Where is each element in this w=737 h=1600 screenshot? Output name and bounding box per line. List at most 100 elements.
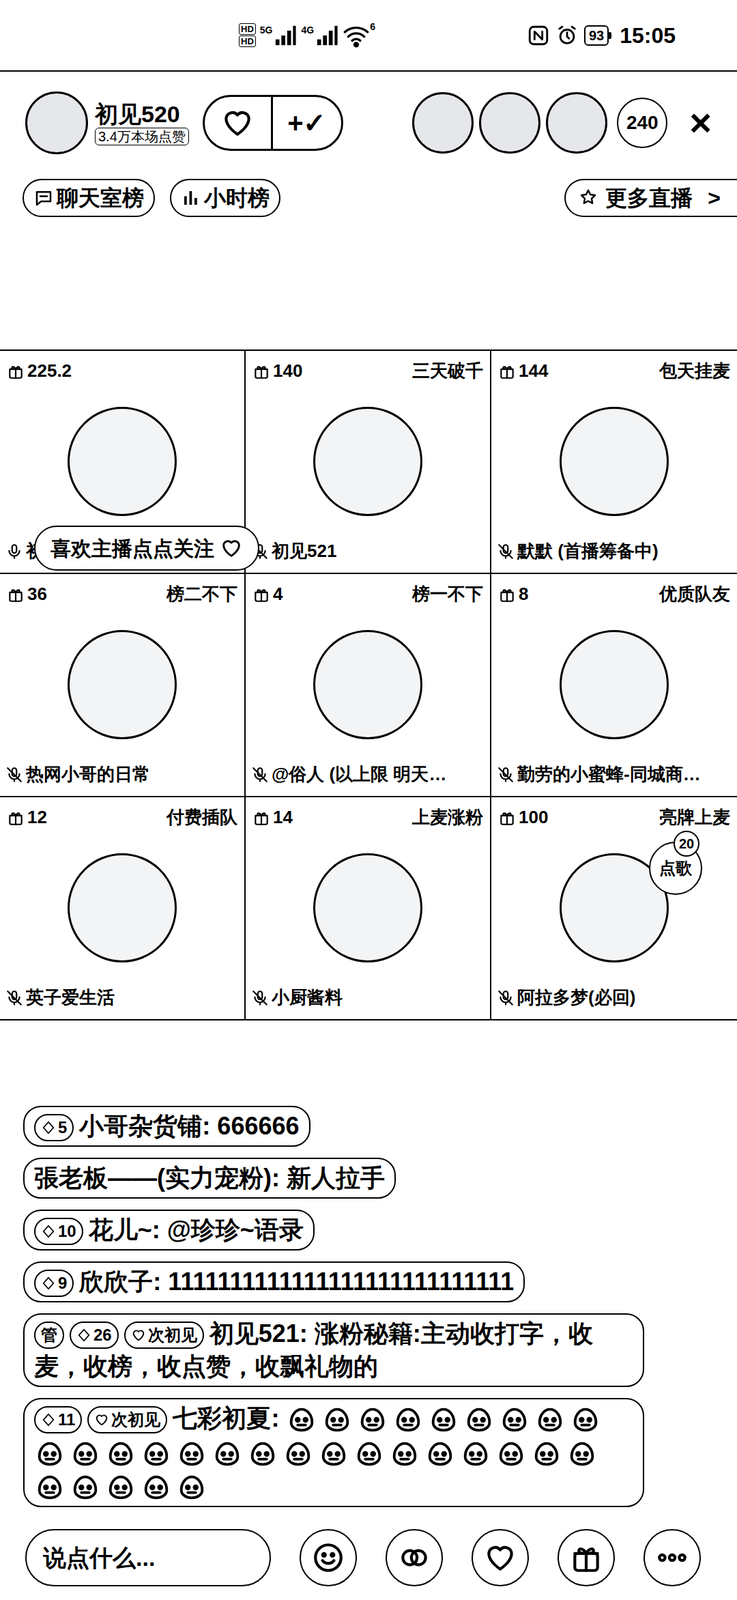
- chat-message: 9欣欣子:1111111111111111111111111111: [23, 1261, 525, 1303]
- chat-message: 管26次初见初见521:涨粉秘籍:主动收打字，收麦，收榜，收点赞，收飘礼物的: [23, 1312, 645, 1387]
- mic-seat[interactable]: 140三天破千初见521: [245, 350, 492, 574]
- heart-icon: [219, 536, 243, 560]
- seat-avatar[interactable]: [67, 629, 177, 740]
- badge-text: 11: [58, 1411, 76, 1428]
- seat-name: 阿拉多梦(必回): [517, 984, 636, 1011]
- badge-text: 次初见: [148, 1326, 198, 1343]
- seat-avatar[interactable]: [313, 629, 423, 740]
- seat-tag: 上麦涨粉: [412, 803, 484, 831]
- chat-text: @珍珍~语录: [167, 1215, 304, 1244]
- heart-icon[interactable]: [471, 1528, 529, 1586]
- rank-tab[interactable]: 小时榜: [169, 178, 281, 218]
- chat-user[interactable]: 七彩初夏:: [172, 1403, 280, 1432]
- comment-input[interactable]: [25, 1528, 271, 1586]
- host-likes: 3.4万本场点赞: [94, 127, 190, 146]
- chat-user[interactable]: 張老板——(实力宠粉):: [34, 1163, 280, 1192]
- gift-icon: [6, 362, 25, 381]
- sticker-icon: [427, 1403, 460, 1436]
- nfc-icon: [526, 23, 551, 48]
- chat-user[interactable]: 花儿~:: [88, 1215, 161, 1244]
- sticker-icon: [569, 1403, 602, 1436]
- sticker-icon: [211, 1437, 243, 1470]
- fan-badge: 次初见: [124, 1321, 205, 1349]
- gift-icon: [498, 808, 516, 827]
- seat-tag: 亮牌上麦: [659, 803, 731, 831]
- seat-gift-count: 140: [272, 357, 303, 385]
- chat-user[interactable]: 初见521:: [209, 1319, 308, 1348]
- seat-avatar[interactable]: [313, 853, 423, 963]
- badge-text: 9: [58, 1274, 67, 1292]
- seat-gift-count: 36: [27, 580, 48, 608]
- seat-avatar[interactable]: [559, 629, 669, 740]
- viewer-avatar[interactable]: [412, 92, 474, 154]
- mic-seat[interactable]: 12付费插队英子爱生活: [0, 797, 246, 1021]
- tooltip-text: 喜欢主播点点关注: [50, 532, 215, 564]
- viewer-avatar[interactable]: [545, 92, 608, 154]
- seat-gift-count: 144: [518, 357, 548, 385]
- chat-user[interactable]: 小哥杂货铺:: [79, 1111, 211, 1140]
- more-live-button[interactable]: 更多直播>: [564, 178, 737, 218]
- chat-message: 張老板——(实力宠粉):新人拉手: [23, 1157, 396, 1199]
- seat-gift-count: 8: [518, 580, 529, 608]
- sticker-icon: [321, 1403, 353, 1436]
- sticker-icon: [282, 1437, 314, 1470]
- sticker-icon: [495, 1437, 527, 1470]
- mic-off-icon: [496, 765, 515, 784]
- mic-seat[interactable]: 14上麦涨粉小厨酱料: [245, 797, 492, 1021]
- sticker-icon: [530, 1437, 563, 1470]
- seat-avatar[interactable]: 点歌20: [559, 853, 669, 963]
- diamond-icon: [40, 1119, 56, 1135]
- follow-group: +✓: [202, 94, 344, 151]
- seat-avatar[interactable]: [313, 406, 423, 516]
- song-request-label: 点歌: [659, 855, 692, 881]
- close-button[interactable]: ×: [689, 103, 712, 142]
- host-info[interactable]: 初见5203.4万本场点赞: [25, 91, 190, 155]
- viewer-count[interactable]: 240: [616, 97, 668, 149]
- sticker-icon: [247, 1437, 279, 1470]
- diamond-icon: [40, 1411, 56, 1427]
- seat-tag: 三天破千: [412, 357, 484, 385]
- gift-icon: [498, 362, 516, 381]
- more-live-label: 更多直播: [605, 181, 693, 215]
- hd-indicator: HD: [238, 35, 256, 48]
- follow-tooltip[interactable]: 喜欢主播点点关注: [34, 525, 260, 571]
- mic-seat[interactable]: 100亮牌上麦点歌20阿拉多梦(必回): [491, 797, 737, 1021]
- song-request-badge[interactable]: 点歌20: [648, 841, 703, 895]
- mic-seat[interactable]: 36榜二不下热网小哥的日常: [0, 573, 246, 798]
- room-header: 初见5203.4万本场点赞 +✓ 240 ×: [0, 92, 737, 154]
- emoji-icon[interactable]: [299, 1528, 357, 1586]
- signal-icon: [315, 23, 339, 48]
- seat-avatar[interactable]: [67, 853, 177, 963]
- chat-text: 666666: [217, 1111, 299, 1140]
- mic-icon: [5, 542, 24, 561]
- gift-icon[interactable]: [557, 1528, 615, 1586]
- heart-icon: [131, 1327, 147, 1343]
- fan-badge: 次初见: [87, 1405, 168, 1434]
- wifi-icon: [342, 21, 370, 50]
- mic-seat[interactable]: 8优质队友勤劳的小蜜蜂-同城商…: [491, 573, 737, 798]
- more-icon[interactable]: [643, 1528, 701, 1586]
- heart-icon: [94, 1411, 110, 1427]
- level-badge: 26: [69, 1321, 119, 1349]
- seat-avatar[interactable]: [67, 406, 177, 516]
- gift-icon: [498, 585, 516, 604]
- chat-user[interactable]: 欣欣子:: [79, 1267, 162, 1296]
- diamond-icon: [40, 1275, 56, 1291]
- sticker-icon: [176, 1437, 208, 1470]
- heart-icon[interactable]: [204, 96, 273, 149]
- mic-seat[interactable]: 144包天挂麦默默 (首播筹备中): [491, 350, 737, 574]
- gift-icon: [252, 808, 271, 827]
- bar-chart-icon: [180, 187, 202, 209]
- follow-button[interactable]: +✓: [272, 102, 342, 144]
- seat-avatar[interactable]: [559, 406, 669, 516]
- viewer-avatar[interactable]: [479, 92, 541, 154]
- admin-badge: 管: [34, 1321, 65, 1349]
- link-mic-icon[interactable]: [385, 1528, 443, 1586]
- host-avatar[interactable]: [25, 91, 89, 155]
- level-badge: 10: [34, 1217, 84, 1245]
- mic-seat[interactable]: 4榜一不下@俗人 (以上限 明天…: [245, 573, 492, 798]
- seat-gift-count: 4: [272, 580, 283, 608]
- sticker-icon: [534, 1403, 566, 1436]
- rank-tab[interactable]: 聊天室榜: [22, 178, 155, 218]
- chat-message: 11 次初见七彩初夏:: [23, 1397, 645, 1507]
